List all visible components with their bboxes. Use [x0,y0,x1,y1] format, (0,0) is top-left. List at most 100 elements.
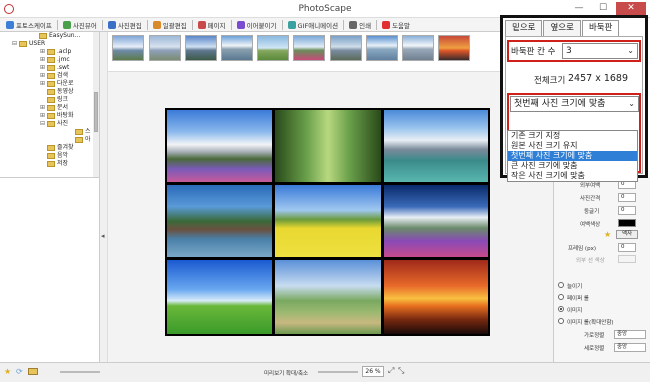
tree-item[interactable]: ⊞ .jmc [0,56,99,64]
tree-item[interactable]: EasySun... [0,32,99,40]
tree-item-label: 바탕화 [57,112,74,119]
toolbar-icon [197,20,206,29]
tree-scroll-thumb[interactable] [94,92,98,132]
refresh-icon[interactable]: ⟳ [16,367,23,376]
favorite-star-icon[interactable]: ★ [4,367,11,376]
v-align-select[interactable]: 중앙 [614,343,646,352]
radio-fill[interactable] [558,282,564,288]
zoom-value[interactable]: 26 % [362,366,384,377]
toolbar-button[interactable]: 도움말 [380,19,412,31]
thumbnail[interactable] [330,35,362,61]
photo-spacing-label: 사진간격 [580,196,601,202]
tree-toggle-icon[interactable]: ⊞ [40,48,46,56]
tree-item[interactable]: ⊞ 바탕화 [0,112,99,120]
minimize-button[interactable]: — [568,2,590,15]
tree-item[interactable]: ⊞ 검색 [0,72,99,80]
photo-spacing-input[interactable]: 0 [618,193,636,202]
h-align-select[interactable]: 중앙 [614,330,646,339]
frame-line-input[interactable]: 0 [618,243,636,252]
tree-item-label: 아 [85,136,91,143]
toolbar-button[interactable]: 사진뷰어 [61,19,99,31]
thumbnail-strip[interactable] [108,32,500,72]
grid-count-select[interactable]: 3 ⌄ [562,43,638,59]
tree-toggle-icon[interactable]: ⊞ [40,112,46,120]
tab-vertical[interactable]: 밑으로 [505,20,543,36]
resize-mode-option[interactable]: 첫번째 사진 크기에 맞춤 [508,151,637,161]
tree-toggle-icon[interactable]: ⊞ [40,64,46,72]
tree-toggle-icon[interactable]: ⊞ [40,56,46,64]
thumbnail[interactable] [112,35,144,61]
toolbar-button[interactable]: 사진편집 [106,19,144,31]
frame-button[interactable]: 액자 [616,230,638,239]
resize-mode-option[interactable]: 작은 사진 크기에 맞춤 [508,171,637,181]
pane-splitter[interactable]: ◂ [100,32,108,362]
tree-toggle-icon[interactable]: ⊞ [40,104,46,112]
tree-item-label: 스 [85,128,91,135]
tree-item[interactable]: 저장 [0,160,99,168]
tree-item[interactable]: ⊞ .aclp [0,48,99,56]
thumbnail[interactable] [257,35,289,61]
collage-photo-rapeseed-field [275,185,381,257]
tree-toggle-icon[interactable]: ⊞ [40,72,46,80]
radio-image[interactable] [558,306,564,312]
tree-item[interactable]: ⊞ 문서 [0,104,99,112]
actual-size-icon[interactable]: ⤡ [398,366,404,376]
tree-item[interactable]: ⊞ 다운로 [0,80,99,88]
toolbar-separator [191,19,193,30]
tree-toggle-icon[interactable]: ⊟ [40,120,46,128]
tab-horizontal[interactable]: 옆으로 [543,20,581,36]
preview-canvas[interactable] [108,72,553,362]
file-list-pane[interactable] [0,177,100,362]
tree-item[interactable]: ⊟ 사진 [0,120,99,128]
zoom-slider[interactable] [318,371,358,373]
toolbar-button[interactable]: 일괄편집 [151,19,189,31]
fit-icon[interactable]: ⤢ [388,366,394,376]
star-icon[interactable]: ★ [604,230,611,239]
line-color-swatch[interactable] [618,255,636,263]
thumbnail[interactable] [185,35,217,61]
tree-item[interactable]: 음악 [0,152,99,160]
thumbnail[interactable] [366,35,398,61]
toolbar-button[interactable]: 이어붙이기 [235,19,279,31]
tree-toggle-icon[interactable]: ⊟ [12,40,18,48]
thumbnail[interactable] [402,35,434,61]
radio-image-roll[interactable] [558,318,564,324]
tree-item[interactable]: 즐겨찾 [0,144,99,152]
tree-item[interactable]: ⊞ .swt [0,64,99,72]
toolbar-button[interactable]: 포토스케이프 [4,19,54,31]
tree-scrollbar[interactable] [93,32,99,177]
round-input[interactable]: 0 [618,206,636,215]
toolbar-button[interactable]: GIF애니메이션 [286,19,341,31]
toolbar-button[interactable]: 페이지 [196,19,228,31]
toolbar-icon [349,20,358,29]
resize-mode-option[interactable]: 원본 사진 크기 유지 [508,141,637,151]
bg-color-swatch[interactable] [618,219,636,227]
full-size-label: 전체크기 [534,76,566,86]
tree-item[interactable]: 동영상 [0,88,99,96]
radio-fill-label: 늘이기 [567,284,583,290]
resize-mode-select[interactable]: 첫번째 사진 크기에 맞춤 ⌄ [510,96,639,112]
tree-item[interactable]: 링크 [0,96,99,104]
thumbnail[interactable] [149,35,181,61]
folder-icon[interactable] [28,368,38,375]
thumbnail[interactable] [293,35,325,61]
close-button[interactable]: ✕ [616,2,646,15]
tree-item[interactable]: 아 [0,136,99,144]
maximize-button[interactable]: ☐ [592,2,614,15]
tree-item[interactable]: ⊟ USER [0,40,99,48]
toolbar-button[interactable]: 인쇄 [347,19,373,31]
h-align-value: 중앙 [617,331,628,337]
folder-tree[interactable]: EasySun... ⊟ USER ⊞ .aclp ⊞ .jmc ⊞ .swt ⊞ 검색 ⊞ 다운로 동영… [0,32,100,177]
tab-grid[interactable]: 바둑판 [581,20,620,36]
collapse-arrow-icon[interactable]: ◂ [101,232,105,240]
tree-toggle-icon[interactable]: ⊞ [40,80,46,88]
thumb-size-slider[interactable] [60,371,100,373]
resize-mode-option[interactable]: 기존 크기 지정 [508,131,637,141]
thumbnail[interactable] [438,35,470,61]
tree-item[interactable]: 스 [0,128,99,136]
thumbnail[interactable] [221,35,253,61]
toolbar-separator [146,19,148,30]
radio-paper-roll[interactable] [558,294,564,300]
resize-mode-option[interactable]: 큰 사진 크기에 맞춤 [508,161,637,171]
radio-paper-roll-label: 페이퍼 롤 [567,296,589,302]
